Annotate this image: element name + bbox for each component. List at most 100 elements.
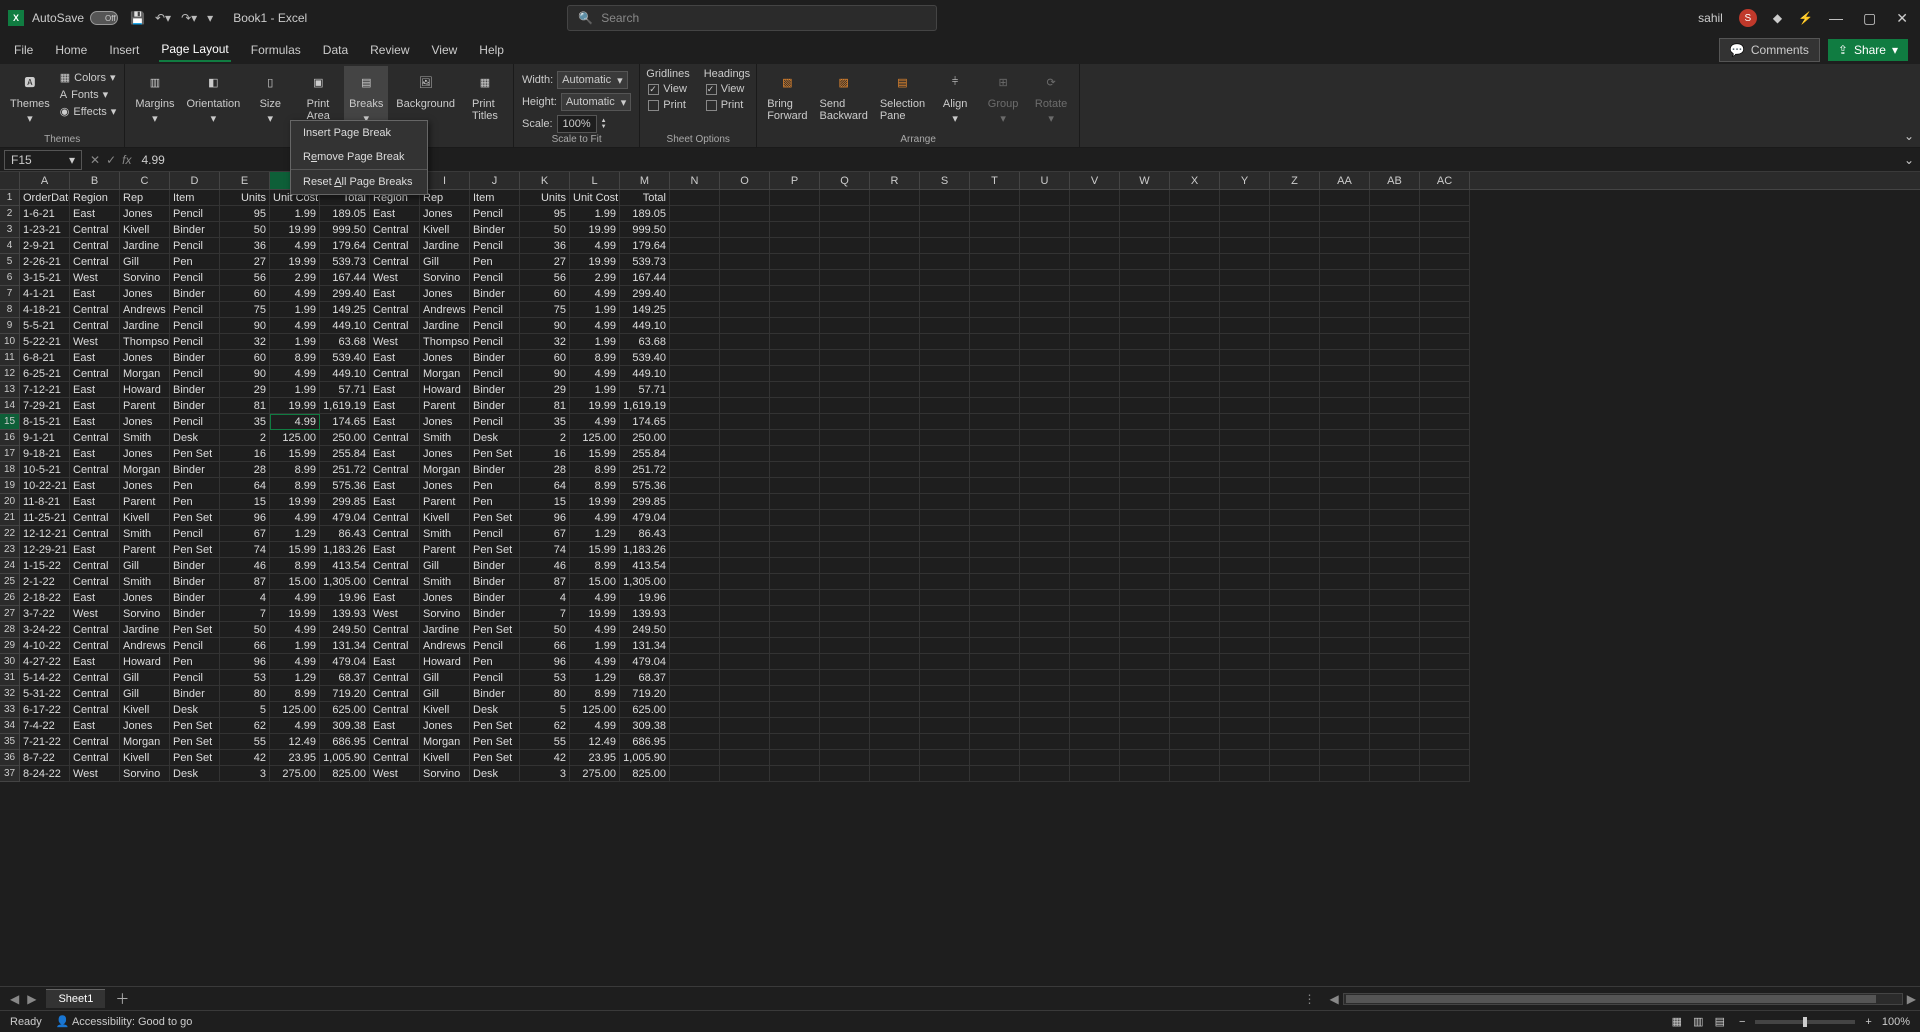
cell[interactable]: 1,183.26 — [620, 542, 670, 558]
cell[interactable] — [1370, 494, 1420, 510]
cell[interactable]: 74 — [220, 542, 270, 558]
cell[interactable] — [920, 526, 970, 542]
cell[interactable] — [1270, 750, 1320, 766]
menu-reset-page-breaks[interactable]: Reset All Page Breaks — [291, 170, 427, 194]
cell[interactable]: Pen Set — [470, 542, 520, 558]
cell[interactable]: 539.73 — [320, 254, 370, 270]
cell[interactable]: 66 — [520, 638, 570, 654]
cell[interactable]: 1.99 — [570, 334, 620, 350]
cell[interactable] — [1220, 574, 1270, 590]
zoom-in-icon[interactable]: + — [1865, 1016, 1871, 1028]
row-header[interactable]: 8 — [0, 302, 20, 318]
cell[interactable]: 1.29 — [270, 526, 320, 542]
cell[interactable] — [1220, 686, 1270, 702]
cell[interactable]: 42 — [520, 750, 570, 766]
cell[interactable] — [1320, 638, 1370, 654]
cell[interactable]: 11-25-21 — [20, 510, 70, 526]
cell[interactable]: 1.29 — [270, 670, 320, 686]
cell[interactable] — [1120, 238, 1170, 254]
cell[interactable] — [970, 590, 1020, 606]
cell[interactable] — [670, 350, 720, 366]
cell[interactable] — [1070, 430, 1120, 446]
cell[interactable] — [1320, 702, 1370, 718]
cell[interactable]: Desk — [470, 766, 520, 782]
cell[interactable] — [820, 222, 870, 238]
cell[interactable] — [1120, 366, 1170, 382]
cell[interactable] — [970, 286, 1020, 302]
cell[interactable]: Gill — [120, 254, 170, 270]
tab-help[interactable]: Help — [477, 39, 506, 61]
cell[interactable] — [820, 350, 870, 366]
cell[interactable]: East — [370, 542, 420, 558]
cell[interactable]: Pencil — [170, 270, 220, 286]
cell[interactable]: East — [370, 382, 420, 398]
cell[interactable] — [670, 686, 720, 702]
select-all-corner[interactable] — [0, 172, 20, 189]
cell[interactable] — [1420, 494, 1470, 510]
cell[interactable]: 1.99 — [270, 382, 320, 398]
cell[interactable] — [970, 222, 1020, 238]
cell[interactable]: Pencil — [470, 238, 520, 254]
cell[interactable]: 250.00 — [620, 430, 670, 446]
cell[interactable]: 4 — [520, 590, 570, 606]
sheet-next-icon[interactable]: ▶ — [27, 992, 36, 1006]
cell[interactable] — [1070, 766, 1120, 782]
cell[interactable]: 60 — [520, 350, 570, 366]
cell[interactable]: Central — [70, 526, 120, 542]
cell[interactable]: Kivell — [420, 750, 470, 766]
cell[interactable]: West — [370, 606, 420, 622]
cell[interactable]: Morgan — [120, 462, 170, 478]
cell[interactable] — [870, 254, 920, 270]
cell[interactable] — [970, 190, 1020, 206]
cell[interactable] — [770, 270, 820, 286]
cell[interactable]: Central — [370, 670, 420, 686]
cell[interactable]: 57.71 — [320, 382, 370, 398]
cell[interactable] — [870, 702, 920, 718]
cell[interactable] — [920, 478, 970, 494]
cell[interactable]: 46 — [220, 558, 270, 574]
cell[interactable]: East — [370, 414, 420, 430]
cell[interactable]: 149.25 — [320, 302, 370, 318]
cell[interactable] — [720, 478, 770, 494]
cell[interactable] — [1020, 238, 1070, 254]
cell[interactable]: 19.99 — [270, 494, 320, 510]
cell[interactable]: Central — [370, 702, 420, 718]
cell[interactable] — [1420, 734, 1470, 750]
cell[interactable] — [970, 654, 1020, 670]
scale-down[interactable]: ▼ — [601, 124, 607, 130]
cell[interactable]: 5 — [220, 702, 270, 718]
cell[interactable]: Gill — [420, 558, 470, 574]
cell[interactable]: 249.50 — [320, 622, 370, 638]
cell[interactable] — [1120, 606, 1170, 622]
cell[interactable] — [920, 190, 970, 206]
cell[interactable]: Central — [70, 574, 120, 590]
cell[interactable] — [1320, 414, 1370, 430]
view-normal-icon[interactable]: ▦ — [1668, 1016, 1686, 1028]
cell[interactable]: Jardine — [120, 622, 170, 638]
row-header[interactable]: 11 — [0, 350, 20, 366]
cell[interactable] — [720, 190, 770, 206]
cell[interactable] — [1370, 590, 1420, 606]
row-header[interactable]: 25 — [0, 574, 20, 590]
cell[interactable] — [1320, 334, 1370, 350]
cell[interactable] — [1270, 478, 1320, 494]
cell[interactable]: 15.99 — [270, 446, 320, 462]
cell[interactable]: 1.99 — [270, 206, 320, 222]
cell[interactable] — [870, 686, 920, 702]
cell[interactable]: Kivell — [420, 702, 470, 718]
cell[interactable] — [1220, 206, 1270, 222]
cell[interactable]: Howard — [420, 382, 470, 398]
cell[interactable] — [720, 574, 770, 590]
cell[interactable]: 87 — [520, 574, 570, 590]
cell[interactable]: Central — [370, 686, 420, 702]
cell[interactable]: 5 — [520, 702, 570, 718]
cell[interactable]: 90 — [220, 318, 270, 334]
cell[interactable] — [670, 494, 720, 510]
cell[interactable]: Desk — [170, 702, 220, 718]
cell[interactable]: Smith — [420, 430, 470, 446]
cell[interactable]: Sorvino — [120, 606, 170, 622]
cell[interactable]: Unit Cost — [570, 190, 620, 206]
cell[interactable] — [720, 382, 770, 398]
cell[interactable] — [1070, 494, 1120, 510]
row-header[interactable]: 16 — [0, 430, 20, 446]
